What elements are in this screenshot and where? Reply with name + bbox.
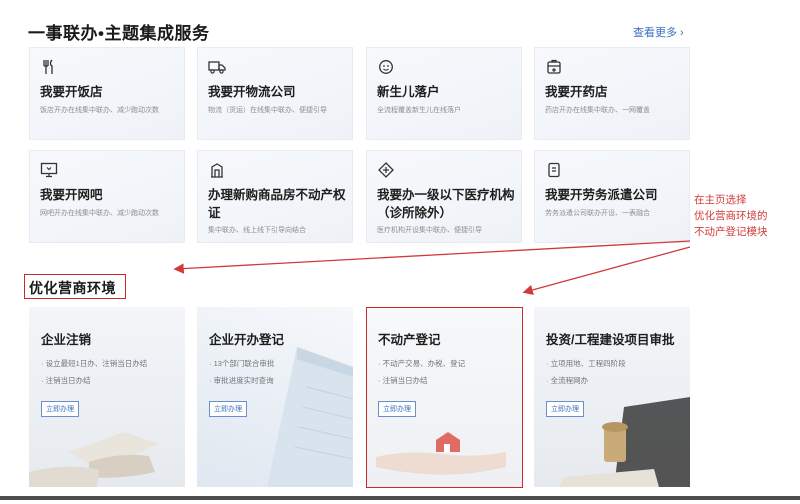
service-title: 我要开物流公司 (208, 85, 296, 99)
service-desc: 网吧开办在线集中联办、减少跑动次数 (40, 210, 159, 217)
medical-cross-icon (377, 161, 395, 179)
annotation-text: 在主页选择 优化营商环境的 不动产登记模块 (694, 192, 768, 240)
service-title: 我要开药店 (545, 85, 608, 99)
service-desc: 饭店开办在线集中联办、减少跑动次数 (40, 107, 159, 114)
service-desc: 医疗机构开设集中联办、便捷引导 (377, 227, 482, 234)
annotation-line: 不动产登记模块 (694, 226, 768, 238)
annotation-line: 在主页选择 (694, 194, 747, 206)
service-card-labor-dispatch[interactable]: 我要开劳务派遣公司 劳务派遣公司联办开设、一表融合 (534, 150, 690, 243)
utensils-icon (40, 58, 58, 76)
real-estate-highlight-box (366, 307, 523, 488)
biz-card-title: 投资/工程建设项目审批 (546, 333, 675, 347)
business-env-title: 优化营商环境 (29, 280, 116, 296)
building-icon (208, 161, 226, 179)
biz-card-investment-approval[interactable]: 投资/工程建设项目审批 · 立项用地、工程四阶段 · 全流程网办 立即办理 (534, 307, 690, 487)
pharmacy-icon (545, 58, 563, 76)
biz-card-line: · 设立最短1日办、注销当日办结 (41, 359, 148, 368)
service-card-internet-cafe[interactable]: 我要开网吧 网吧开办在线集中联办、减少跑动次数 (29, 150, 185, 243)
biz-card-line: · 立项用地、工程四阶段 (546, 359, 626, 368)
service-title: 新生儿落户 (377, 85, 440, 99)
service-title: 办理新购商品房不动产权证 (208, 188, 346, 220)
service-title: 我要开饭店 (40, 85, 103, 99)
service-title: 我要开劳务派遣公司 (545, 188, 658, 202)
baby-icon (377, 58, 395, 76)
document-icon (545, 161, 563, 179)
service-card-restaurant[interactable]: 我要开饭店 饭店开办在线集中联办、减少跑动次数 (29, 47, 185, 140)
service-card-medical[interactable]: 我要办一级以下医疗机构（诊所除外） 医疗机构开设集中联办、便捷引导 (366, 150, 522, 243)
service-card-pharmacy[interactable]: 我要开药店 药店开办在线集中联办、一网覆盖 (534, 47, 690, 140)
service-desc: 物流（货运）在线集中联办、便捷引导 (208, 107, 327, 114)
annotation-line: 优化营商环境的 (694, 210, 768, 222)
biz-card-title: 企业注销 (41, 333, 92, 347)
service-title: 我要开网吧 (40, 188, 103, 202)
biz-card-title: 企业开办登记 (209, 333, 285, 347)
biz-card-line: · 全流程网办 (546, 376, 589, 385)
skyscraper-illustration (267, 347, 353, 487)
section-title: 一事联办•主题集成服务 (28, 24, 210, 43)
truck-icon (208, 58, 226, 76)
apply-now-button[interactable]: 立即办理 (41, 401, 79, 417)
service-desc: 全流程覆盖新生儿在线落户 (377, 107, 461, 114)
service-desc: 集中联办、线上线下引导向结合 (208, 227, 306, 234)
view-more-link[interactable]: 查看更多 › (633, 24, 684, 40)
service-desc: 劳务派遣公司联办开设、一表融合 (545, 210, 650, 217)
service-card-newborn[interactable]: 新生儿落户 全流程覆盖新生儿在线落户 (366, 47, 522, 140)
biz-card-deregistration[interactable]: 企业注销 · 设立最短1日办、注销当日办结 · 注销当日办结 立即办理 (29, 307, 185, 487)
service-desc: 药店开办在线集中联办、一网覆盖 (545, 107, 650, 114)
stamp-illustration (559, 397, 690, 487)
biz-card-company-setup[interactable]: 企业开办登记 · 13个部门联合审批 · 审批进度实时查询 立即办理 (197, 307, 353, 487)
service-title: 我要办一级以下医疗机构（诊所除外） (377, 188, 515, 220)
handshake-illustration (29, 432, 159, 487)
service-card-logistics[interactable]: 我要开物流公司 物流（货运）在线集中联办、便捷引导 (197, 47, 353, 140)
bottom-divider (0, 496, 800, 500)
service-card-property-cert[interactable]: 办理新购商品房不动产权证 集中联办、线上线下引导向结合 (197, 150, 353, 243)
biz-card-line: · 注销当日办结 (41, 376, 91, 385)
monitor-icon (40, 161, 58, 179)
